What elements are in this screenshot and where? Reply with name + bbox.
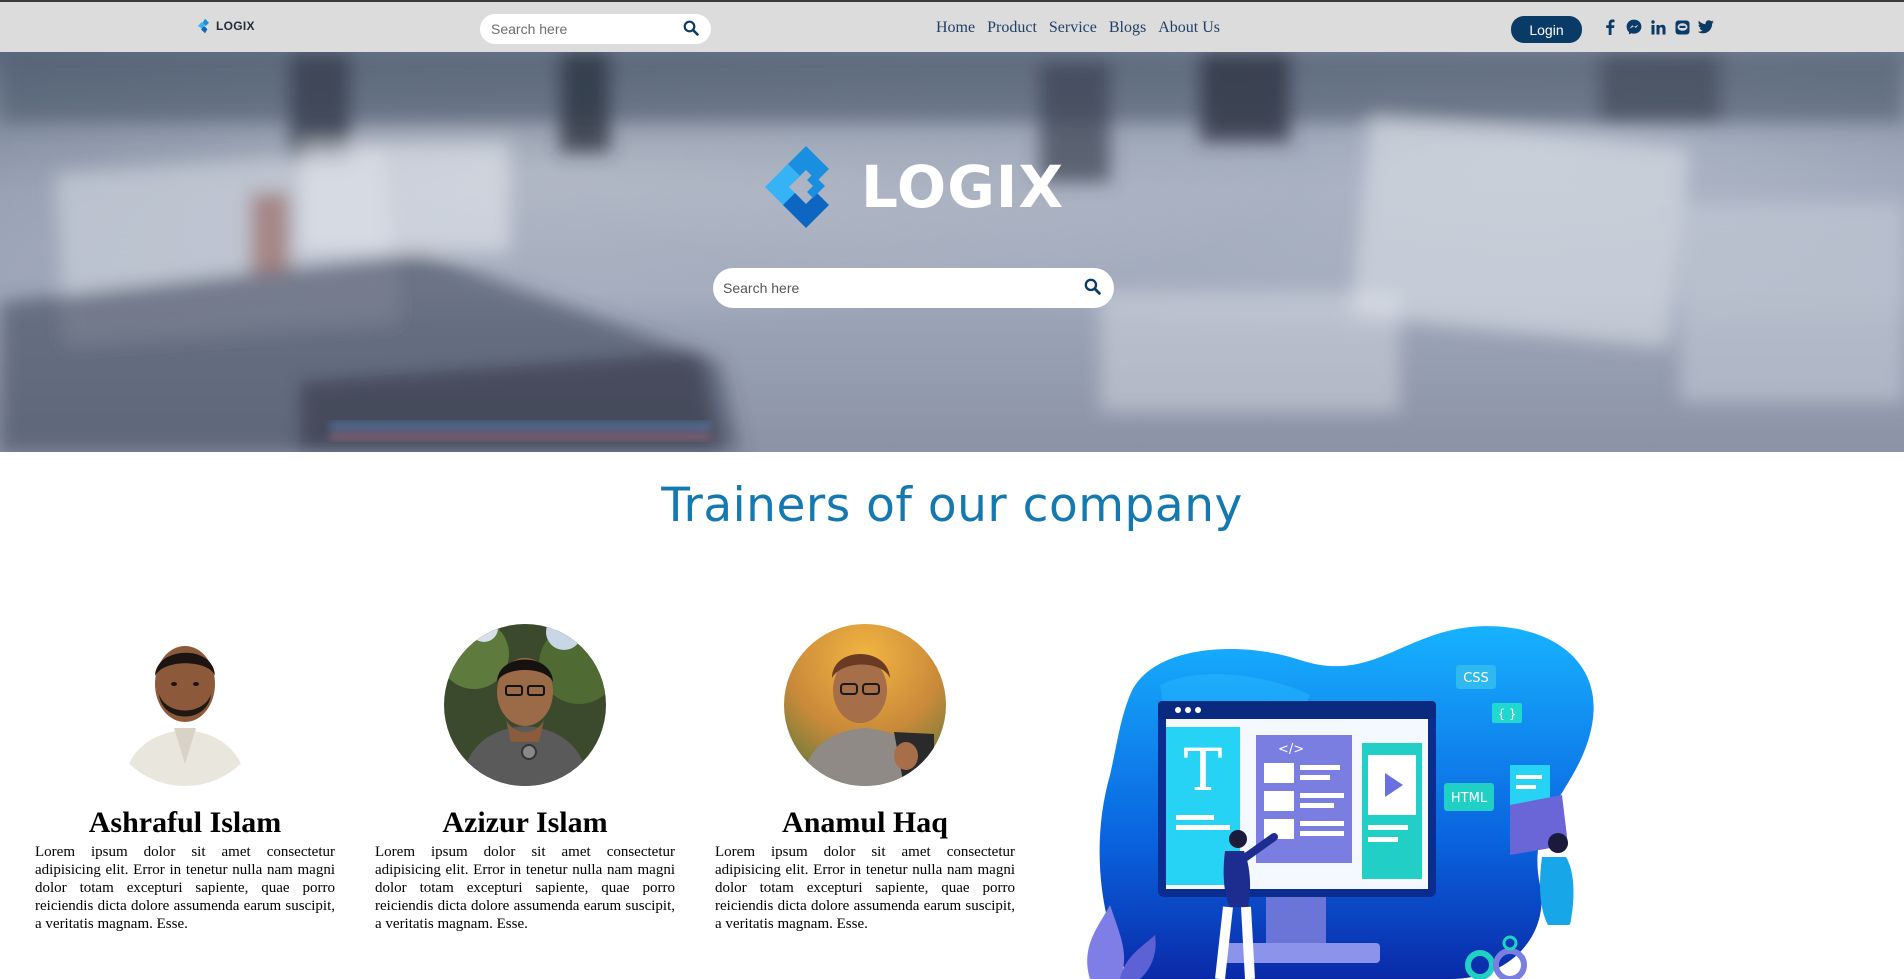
- search-icon: [683, 20, 699, 36]
- hero-background-image: [0, 52, 1904, 452]
- trainer-name: Ashraful Islam: [88, 806, 282, 839]
- trainer-bio: Lorem ipsum dolor sit amet consectetur a…: [715, 844, 1015, 932]
- linkedin-icon[interactable]: [1650, 19, 1666, 35]
- nav-link-product[interactable]: Product: [987, 19, 1037, 37]
- nav-link-blogs[interactable]: Blogs: [1109, 19, 1146, 37]
- hero-banner: LOGIX: [0, 52, 1904, 452]
- text-block-icon: T: [1184, 736, 1223, 804]
- trainer-photo: [104, 624, 266, 786]
- hero-search-button[interactable]: [1084, 278, 1101, 300]
- hero-search-input[interactable]: [713, 270, 1053, 306]
- hero-search-bar: [713, 268, 1114, 308]
- trainer-card: Anamul Haq Lorem ipsum dolor sit amet co…: [715, 624, 1015, 933]
- css-tag-label: CSS: [1463, 671, 1489, 686]
- logix-logo-icon: [197, 18, 209, 34]
- trainer-photo: [444, 624, 606, 786]
- trainer-name: Azizur Islam: [442, 806, 608, 839]
- html-tag-label: HTML: [1451, 791, 1488, 806]
- twitter-icon[interactable]: [1698, 19, 1714, 35]
- trainer-name: Anamul Haq: [782, 806, 948, 839]
- nav-logo-text: LOGIX: [216, 19, 255, 33]
- nav-link-service[interactable]: Service: [1049, 19, 1097, 37]
- nav-logo[interactable]: LOGIX: [197, 18, 255, 34]
- hero-logo-text: LOGIX: [861, 153, 1065, 221]
- nav-search-button[interactable]: [683, 20, 699, 41]
- top-navbar: LOGIX Home Product Service Blogs About U…: [0, 0, 1904, 52]
- nav-search-bar: [480, 14, 711, 44]
- braces-tag-label: { }: [1497, 707, 1516, 721]
- search-icon: [1084, 278, 1101, 295]
- trainer-card: Ashraful Islam Lorem ipsum dolor sit ame…: [35, 624, 335, 933]
- trainer-card: Azizur Islam Lorem ipsum dolor sit amet …: [375, 624, 675, 933]
- code-tag-label: </>: [1278, 742, 1304, 757]
- login-button[interactable]: Login: [1511, 16, 1582, 43]
- trainer-bio: Lorem ipsum dolor sit amet consectetur a…: [375, 844, 675, 932]
- line-icon[interactable]: [1674, 19, 1690, 35]
- logix-logo-icon: [765, 146, 829, 228]
- nav-search-input[interactable]: [480, 15, 670, 43]
- trainer-bio: Lorem ipsum dolor sit amet consectetur a…: [35, 844, 335, 932]
- nav-link-home[interactable]: Home: [936, 19, 975, 37]
- main-nav: Home Product Service Blogs About Us: [936, 19, 1232, 37]
- section-title: Trainers of our company: [661, 478, 1243, 533]
- hero-logo: LOGIX: [763, 144, 1064, 230]
- social-links: [1602, 19, 1714, 35]
- facebook-icon[interactable]: [1602, 19, 1618, 35]
- web-development-illustration: CSS { } T </> HTML: [1070, 625, 1610, 979]
- nav-link-about-us[interactable]: About Us: [1158, 19, 1220, 37]
- messenger-icon[interactable]: [1626, 19, 1642, 35]
- trainer-photo: [784, 624, 946, 786]
